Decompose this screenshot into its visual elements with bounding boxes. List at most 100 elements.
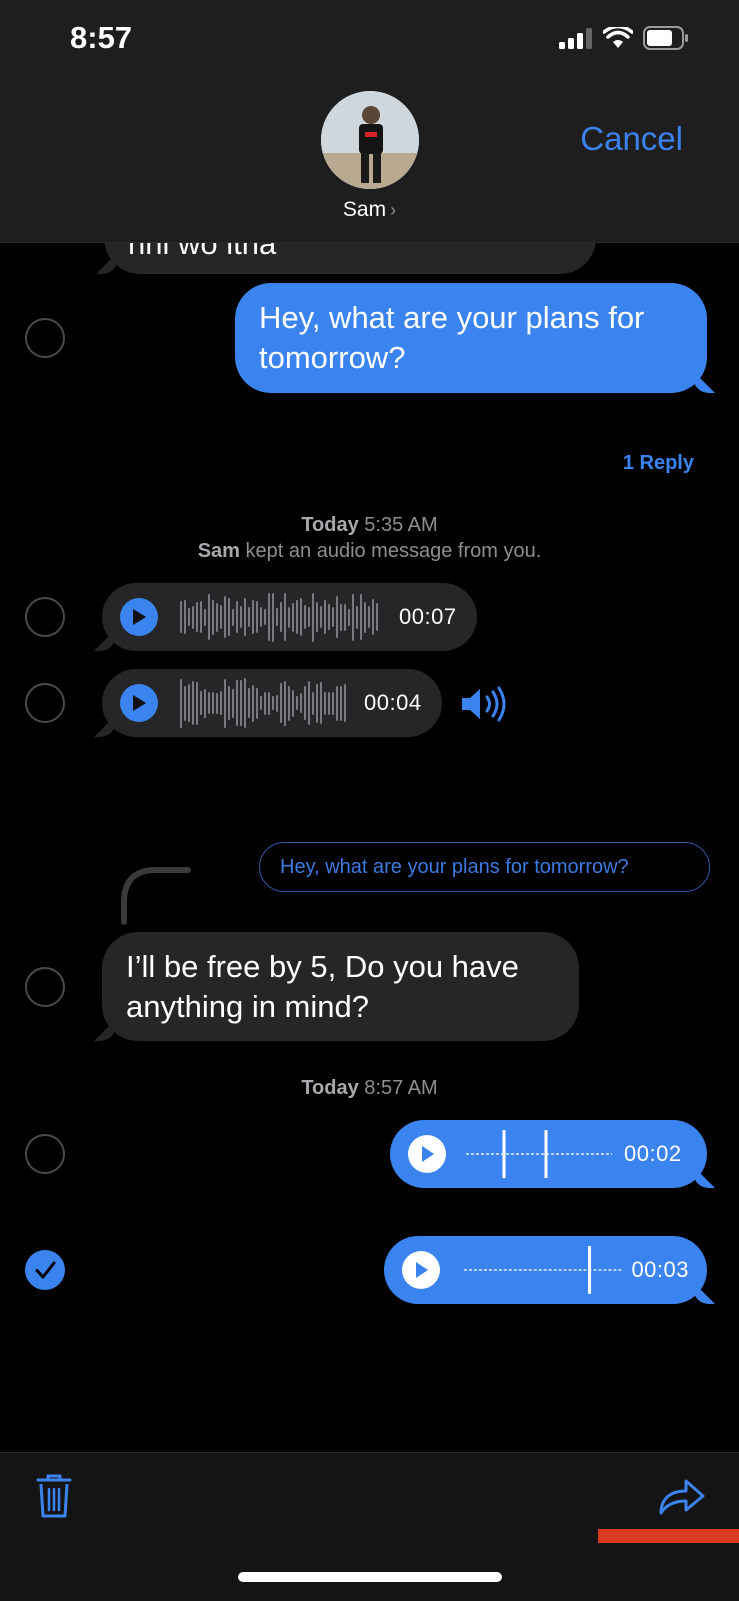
waveform-bar	[344, 684, 346, 722]
trash-icon[interactable]	[36, 1473, 72, 1519]
waveform-bar	[264, 691, 266, 715]
waveform-bar	[268, 593, 270, 641]
home-indicator[interactable]	[238, 1572, 502, 1582]
audio-message-2[interactable]: 00:04	[102, 669, 442, 737]
timestamp-2-time: 8:57 AM	[364, 1077, 438, 1099]
audio-3-duration: 00:02	[624, 1141, 682, 1166]
waveform-bar	[332, 607, 334, 627]
waveform-bar	[312, 592, 314, 642]
waveform-bar	[308, 607, 310, 627]
waveform-bar	[232, 688, 234, 718]
conversation-header: 8:57 Sam › Cancel	[0, 0, 739, 243]
waveform-bar	[320, 606, 322, 628]
waveform-bar	[336, 685, 338, 721]
status-time: 8:57	[70, 20, 133, 55]
waveform-bar	[180, 601, 182, 633]
play-button-audio-1[interactable]	[120, 598, 158, 636]
waveform-bar	[272, 696, 274, 710]
select-radio-audio-4[interactable]	[25, 1250, 65, 1290]
waveform-bar	[252, 600, 254, 634]
audio-4-duration: 00:03	[631, 1257, 689, 1282]
cancel-button[interactable]: Cancel	[580, 120, 683, 158]
audio-message-1[interactable]: 00:07	[102, 583, 477, 651]
received-message-bubble[interactable]: I’ll be free by 5, Do you have anything …	[102, 932, 579, 1041]
chevron-right-icon: ›	[390, 200, 397, 220]
status-icons	[559, 26, 689, 50]
waveform-bar	[248, 688, 250, 718]
waveform-bar	[208, 594, 210, 640]
speaker-wave-icon[interactable]	[460, 686, 508, 722]
waveform-bar	[224, 596, 226, 638]
select-radio-audio-3[interactable]	[25, 1134, 65, 1174]
select-radio-sent-text[interactable]	[25, 318, 65, 358]
waveform-audio-3	[466, 1130, 612, 1178]
contact-avatar[interactable]	[321, 91, 419, 189]
waveform-bar	[204, 688, 206, 718]
quoted-reply-pill[interactable]: Hey, what are your plans for tomorrow?	[259, 842, 710, 892]
waveform-bar	[308, 681, 310, 725]
waveform-bar	[188, 608, 190, 626]
waveform-bar	[336, 596, 338, 638]
waveform-bar	[264, 609, 266, 625]
audio-2-duration: 00:04	[364, 690, 422, 715]
waveform-bar	[284, 680, 286, 726]
waveform-bar	[332, 691, 334, 715]
wifi-icon	[603, 27, 633, 48]
waveform-bar	[188, 684, 190, 722]
waveform-bar	[252, 684, 254, 722]
reply-count-link[interactable]: 1 Reply	[623, 452, 694, 475]
play-icon	[416, 1262, 428, 1278]
waveform-bar	[256, 687, 258, 719]
waveform-bar	[208, 692, 210, 714]
timestamp-2-day: Today	[301, 1077, 359, 1099]
waveform-bar	[288, 606, 290, 628]
waveform-bar	[248, 607, 250, 627]
waveform-bar	[276, 608, 278, 626]
annotation-underline-mark	[598, 1529, 739, 1543]
waveform-bar	[212, 599, 214, 635]
waveform-bar	[280, 683, 282, 723]
waveform-bar	[364, 601, 366, 633]
waveform-bar	[280, 602, 282, 632]
waveform-bar	[180, 678, 182, 728]
select-radio-audio-1[interactable]	[25, 597, 65, 637]
play-icon	[422, 1146, 434, 1162]
waveform-bar	[224, 678, 226, 728]
waveform-bar	[232, 608, 234, 626]
waveform-bar	[312, 691, 314, 715]
waveform-bar	[200, 601, 202, 633]
waveform-bar	[292, 689, 294, 717]
kept-audio-notice: Sam kept an audio message from you.	[0, 540, 739, 563]
select-radio-received-text[interactable]	[25, 967, 65, 1007]
contact-name-link[interactable]: Sam ›	[0, 198, 739, 222]
battery-icon	[643, 26, 688, 50]
waveform-bar	[328, 691, 330, 715]
select-radio-audio-2[interactable]	[25, 683, 65, 723]
timestamp-1: Today 5:35 AM	[0, 514, 739, 537]
waveform-bar	[356, 605, 358, 629]
kept-notice-text: kept an audio message from you.	[245, 540, 542, 562]
audio-message-3[interactable]: 00:02	[390, 1120, 707, 1188]
share-arrow-icon[interactable]	[658, 1475, 706, 1515]
waveform-bar	[348, 608, 350, 626]
waveform-bar	[304, 686, 306, 720]
waveform-bar	[228, 686, 230, 720]
kept-notice-name: Sam	[197, 540, 240, 562]
audio-1-duration: 00:07	[399, 604, 457, 629]
play-button-audio-3[interactable]	[408, 1135, 446, 1173]
waveform-bar	[228, 598, 230, 636]
waveform-bar	[244, 678, 246, 728]
waveform-bar	[244, 598, 246, 636]
audio-message-4[interactable]: 00:03	[384, 1236, 707, 1304]
waveform-bar	[196, 602, 198, 632]
waveform-bar	[272, 592, 274, 642]
waveform-bar	[340, 603, 342, 631]
play-button-audio-2[interactable]	[120, 684, 158, 722]
waveform-bar	[236, 680, 238, 726]
waveform-bar	[284, 593, 286, 641]
waveform-bar	[328, 604, 330, 630]
waveform-bar	[192, 605, 194, 629]
sent-message-bubble[interactable]: Hey, what are your plans for tomorrow?	[235, 283, 707, 393]
waveform-bar	[200, 691, 202, 715]
play-button-audio-4[interactable]	[402, 1251, 440, 1289]
